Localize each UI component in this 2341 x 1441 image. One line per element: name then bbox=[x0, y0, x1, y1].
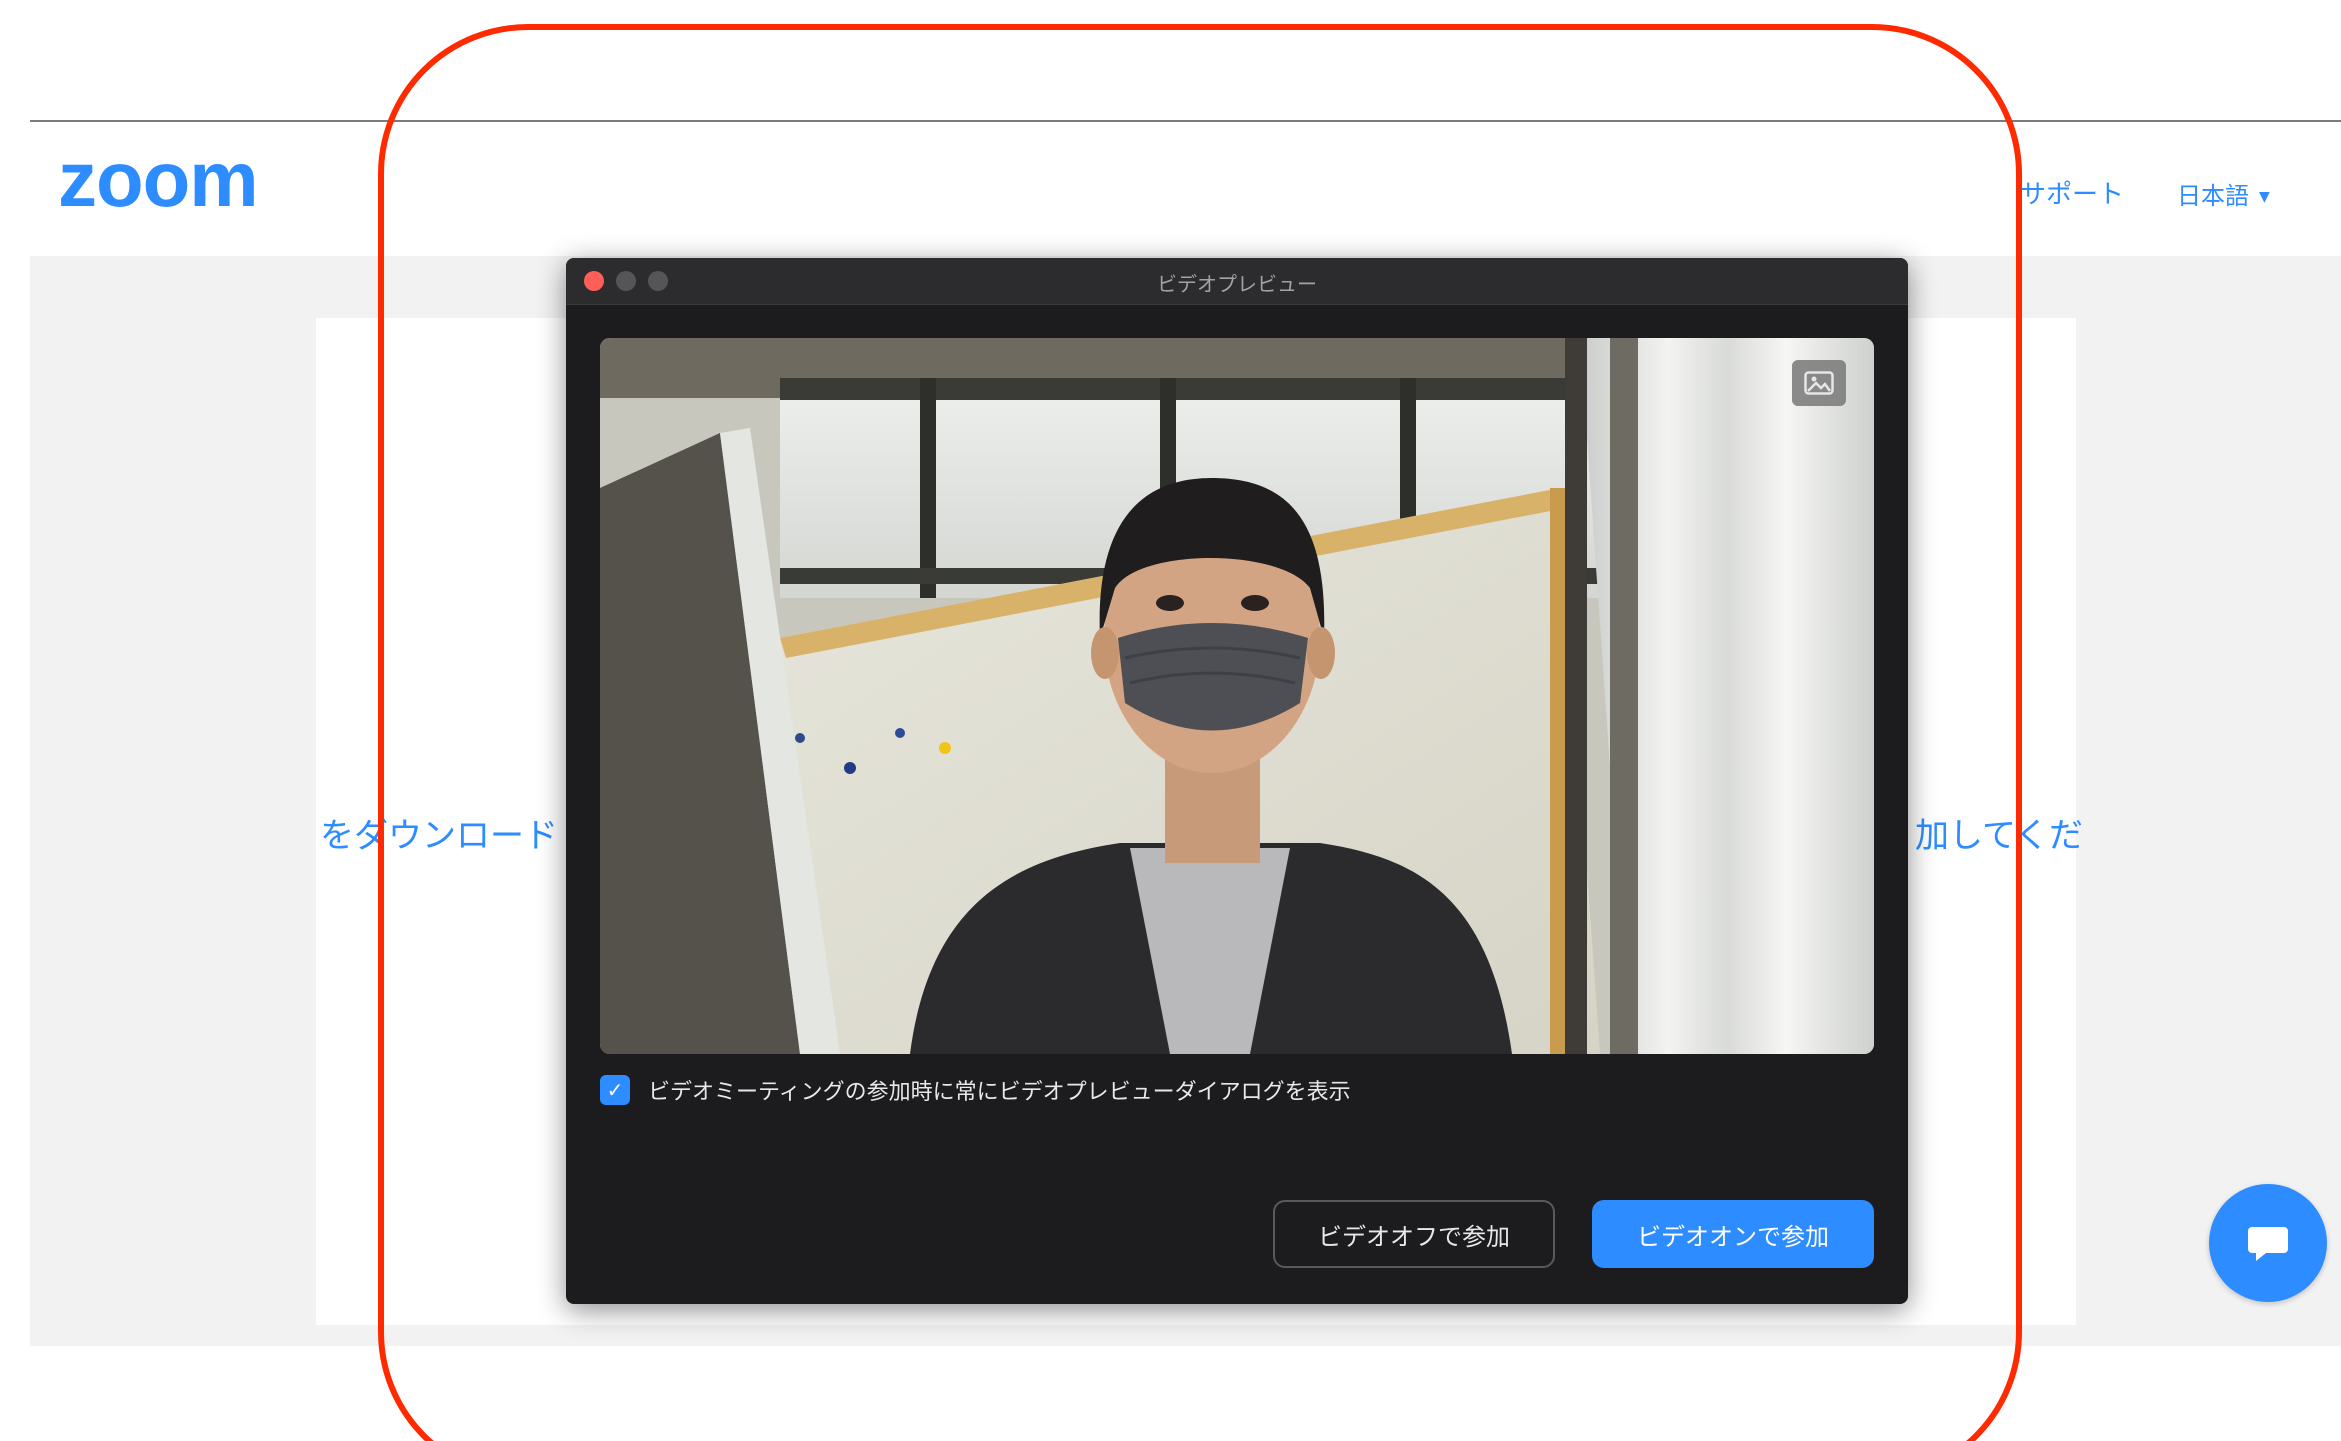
video-preview bbox=[600, 338, 1874, 1054]
dialog-titlebar[interactable]: ビデオプレビュー bbox=[566, 258, 1908, 305]
site-header bbox=[30, 122, 2341, 256]
nav-support-link[interactable]: サポート bbox=[2020, 174, 2124, 211]
page: zoom サポート 日本語 ▼ をダウンロード 加してくだ ビデオプレビュー ✓… bbox=[0, 0, 2341, 1441]
language-label: 日本語 bbox=[2177, 182, 2249, 210]
page-bottom bbox=[0, 1346, 2341, 1441]
caret-down-icon: ▼ bbox=[2259, 189, 2270, 205]
virtual-background-button[interactable] bbox=[1792, 360, 1846, 406]
camera-feed-image bbox=[600, 338, 1874, 1054]
always-show-preview-checkbox[interactable]: ✓ bbox=[600, 1075, 630, 1105]
image-icon bbox=[1804, 371, 1834, 395]
join-without-video-button[interactable]: ビデオオフで参加 bbox=[1273, 1200, 1555, 1268]
always-show-preview-row[interactable]: ✓ ビデオミーティングの参加時に常にビデオプレビューダイアログを表示 bbox=[600, 1072, 1351, 1108]
dialog-title: ビデオプレビュー bbox=[1157, 272, 1317, 296]
language-selector[interactable]: 日本語 ▼ bbox=[2177, 176, 2270, 211]
download-link-text[interactable]: をダウンロード bbox=[320, 808, 558, 857]
checkmark-icon: ✓ bbox=[606, 1078, 624, 1102]
zoom-logo[interactable]: zoom bbox=[58, 140, 259, 218]
join-with-video-button[interactable]: ビデオオンで参加 bbox=[1592, 1200, 1874, 1268]
chat-bubble-icon bbox=[2248, 1227, 2288, 1261]
video-preview-dialog: ビデオプレビュー ✓ ビデオミーティングの参加時に常にビデオプレビューダイアログ… bbox=[566, 258, 1908, 1304]
always-show-preview-label[interactable]: ビデオミーティングの参加時に常にビデオプレビューダイアログを表示 bbox=[648, 1074, 1351, 1106]
support-chat-button[interactable] bbox=[2209, 1184, 2327, 1302]
join-link-text[interactable]: 加してくだ bbox=[1915, 808, 2083, 857]
